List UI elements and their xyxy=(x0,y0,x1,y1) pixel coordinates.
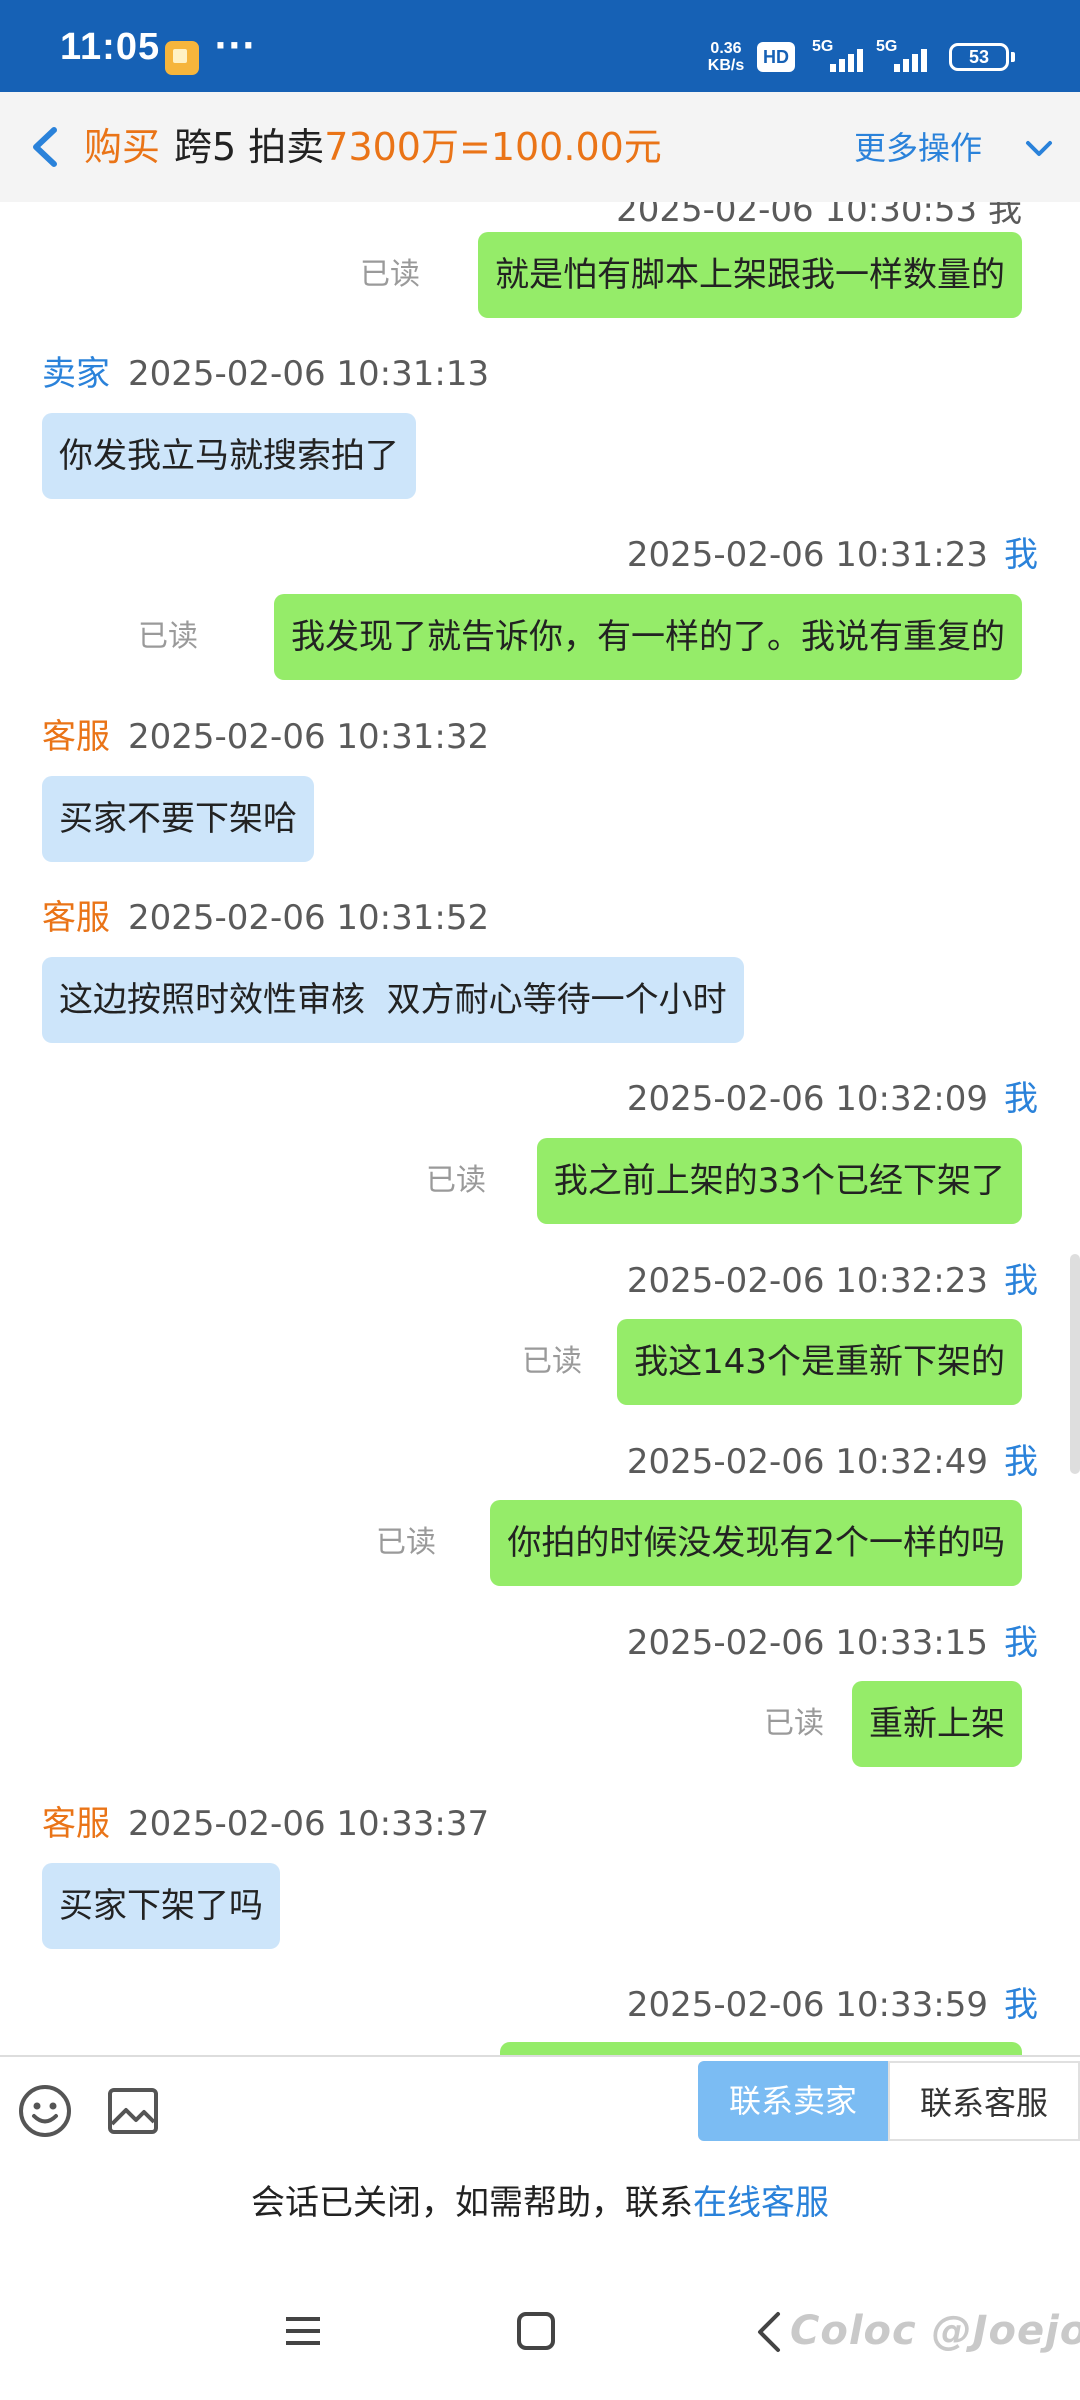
message-meta: 2025-02-06 10:32:09 我 xyxy=(627,1077,1038,1121)
message-meta: 2025-02-06 10:32:49 我 xyxy=(627,1440,1038,1484)
more-operations-button[interactable]: 更多操作 xyxy=(854,128,982,168)
message-meta: 客服 2025-02-06 10:31:32 xyxy=(42,715,489,759)
signal-bars-icon xyxy=(894,49,927,72)
contact-seller-button[interactable]: 联系卖家 xyxy=(698,2061,888,2141)
message-meta: 2025-02-06 10:33:59 我 xyxy=(627,1983,1038,2027)
message-timestamp: 2025-02-06 10:32:49 xyxy=(626,1442,988,1482)
sender-name: 我 xyxy=(1004,1623,1038,1663)
signal-icon-sim2: 5G xyxy=(876,38,938,74)
message-timestamp: 2025-02-06 10:33:37 xyxy=(128,1804,490,1844)
message-bubble-sent[interactable]: 我之前上架的33个已经下架了 xyxy=(536,1138,1022,1224)
smiley-icon[interactable] xyxy=(16,2082,74,2140)
hd-icon: HD xyxy=(757,42,795,72)
status-time: 11:05 xyxy=(60,26,161,68)
message-bubble-sent[interactable]: 重新上架 xyxy=(852,1681,1022,1767)
sender-name: 我 xyxy=(1004,1442,1038,1482)
message-timestamp: 2025-02-06 10:32:09 xyxy=(626,1079,988,1119)
message-timestamp: 2025-02-06 10:31:13 xyxy=(128,354,490,394)
message-bubble-received[interactable]: 买家下架了吗 xyxy=(42,1863,280,1949)
message-timestamp: 2025-02-06 10:31:23 xyxy=(626,535,988,575)
message-timestamp: 2025-02-06 10:32:23 xyxy=(626,1261,988,1301)
watermark: Coloc @Joejojo xyxy=(790,2308,1080,2354)
image-icon[interactable] xyxy=(104,2082,162,2140)
scrollbar[interactable] xyxy=(1070,1254,1080,1474)
read-status: 已读 xyxy=(138,619,198,654)
back-icon[interactable] xyxy=(754,2310,784,2354)
message-bubble-received[interactable]: 买家不要下架哈 xyxy=(42,776,314,862)
chat-header: 购买 跨5 拍卖7300万=100.00元 更多操作 xyxy=(0,92,1080,202)
network-speed: 0.36 KB/s xyxy=(701,40,751,74)
chevron-left-icon[interactable] xyxy=(24,122,68,172)
page-title: 购买 跨5 拍卖7300万=100.00元 xyxy=(84,122,662,172)
read-status: 已读 xyxy=(360,257,420,292)
session-closed-text: 会话已关闭，如需帮助，联系 xyxy=(251,2183,693,2223)
message-timestamp: 2025-02-06 10:33:59 xyxy=(626,1985,988,2025)
message-meta: 卖家 2025-02-06 10:31:13 xyxy=(42,352,489,396)
menu-icon[interactable] xyxy=(282,2310,324,2352)
message-timestamp: 2025-02-06 10:33:15 xyxy=(626,1623,988,1663)
home-icon[interactable] xyxy=(515,2310,557,2352)
message-timestamp: 2025-02-06 10:31:52 xyxy=(128,898,490,938)
message-meta: 2025-02-06 10:32:23 我 xyxy=(627,1259,1038,1303)
sender-name: 我 xyxy=(1004,1079,1038,1119)
network-speed-value: 0.36 KB/s xyxy=(707,40,745,74)
read-status: 已读 xyxy=(522,1344,582,1379)
message-timestamp: 2025-02-06 10:31:32 xyxy=(128,717,490,757)
message-bubble-sent[interactable] xyxy=(500,2042,1022,2055)
signal-bars-icon xyxy=(830,49,863,72)
message-bubble-sent[interactable]: 就是怕有脚本上架跟我一样数量的 xyxy=(478,232,1022,318)
message-bubble-received[interactable]: 你发我立马就搜索拍了 xyxy=(42,413,416,499)
session-closed-note: 会话已关闭，如需帮助，联系在线客服 xyxy=(0,2175,1080,2224)
read-status: 已读 xyxy=(764,1706,824,1741)
contact-service-button[interactable]: 联系客服 xyxy=(888,2061,1080,2141)
sender-name: 卖家 xyxy=(42,354,110,394)
message-bubble-received[interactable]: 这边按照时效性审核 双方耐心等待一个小时 xyxy=(42,957,744,1043)
online-service-link[interactable]: 在线客服 xyxy=(693,2183,829,2223)
read-status: 已读 xyxy=(426,1163,486,1198)
status-bar: 11:05 ··· 0.36 KB/s HD 5G 5G 53 xyxy=(0,0,1080,92)
message-bubble-sent[interactable]: 我这143个是重新下架的 xyxy=(617,1319,1022,1405)
signal-icon-sim1: 5G xyxy=(812,38,874,74)
sender-name: 客服 xyxy=(42,717,110,757)
trade-type-label: 购买 xyxy=(84,125,161,169)
message-meta: 2025-02-06 10:33:15 我 xyxy=(627,1621,1038,1665)
item-price: 7300万=100.00元 xyxy=(324,125,662,169)
message-timestamp: 2025-02-06 10:30:53 我 xyxy=(616,202,1022,230)
sender-name: 我 xyxy=(1004,1985,1038,2025)
sender-name: 客服 xyxy=(42,1804,110,1844)
more-notifications-icon: ··· xyxy=(214,26,256,66)
read-status: 已读 xyxy=(376,1525,436,1560)
item-title: 跨5 拍卖 xyxy=(174,125,325,169)
sender-name: 我 xyxy=(1004,535,1038,575)
notes-app-icon xyxy=(165,41,199,75)
message-meta: 客服 2025-02-06 10:31:52 xyxy=(42,896,489,940)
battery-icon: 53 xyxy=(949,43,1015,71)
chat-message-list[interactable]: 2025-02-06 10:30:53 我 已读 就是怕有脚本上架跟我一样数量的… xyxy=(0,202,1080,2055)
sender-name: 我 xyxy=(1004,1261,1038,1301)
chevron-down-icon[interactable] xyxy=(1022,134,1056,164)
message-bubble-sent[interactable]: 我发现了就告诉你，有一样的了。我说有重复的 xyxy=(274,594,1022,680)
message-bubble-sent[interactable]: 你拍的时候没发现有2个一样的吗 xyxy=(490,1500,1022,1586)
message-meta: 2025-02-06 10:31:23 我 xyxy=(627,533,1038,577)
sender-name: 客服 xyxy=(42,898,110,938)
message-meta: 客服 2025-02-06 10:33:37 xyxy=(42,1802,489,1846)
